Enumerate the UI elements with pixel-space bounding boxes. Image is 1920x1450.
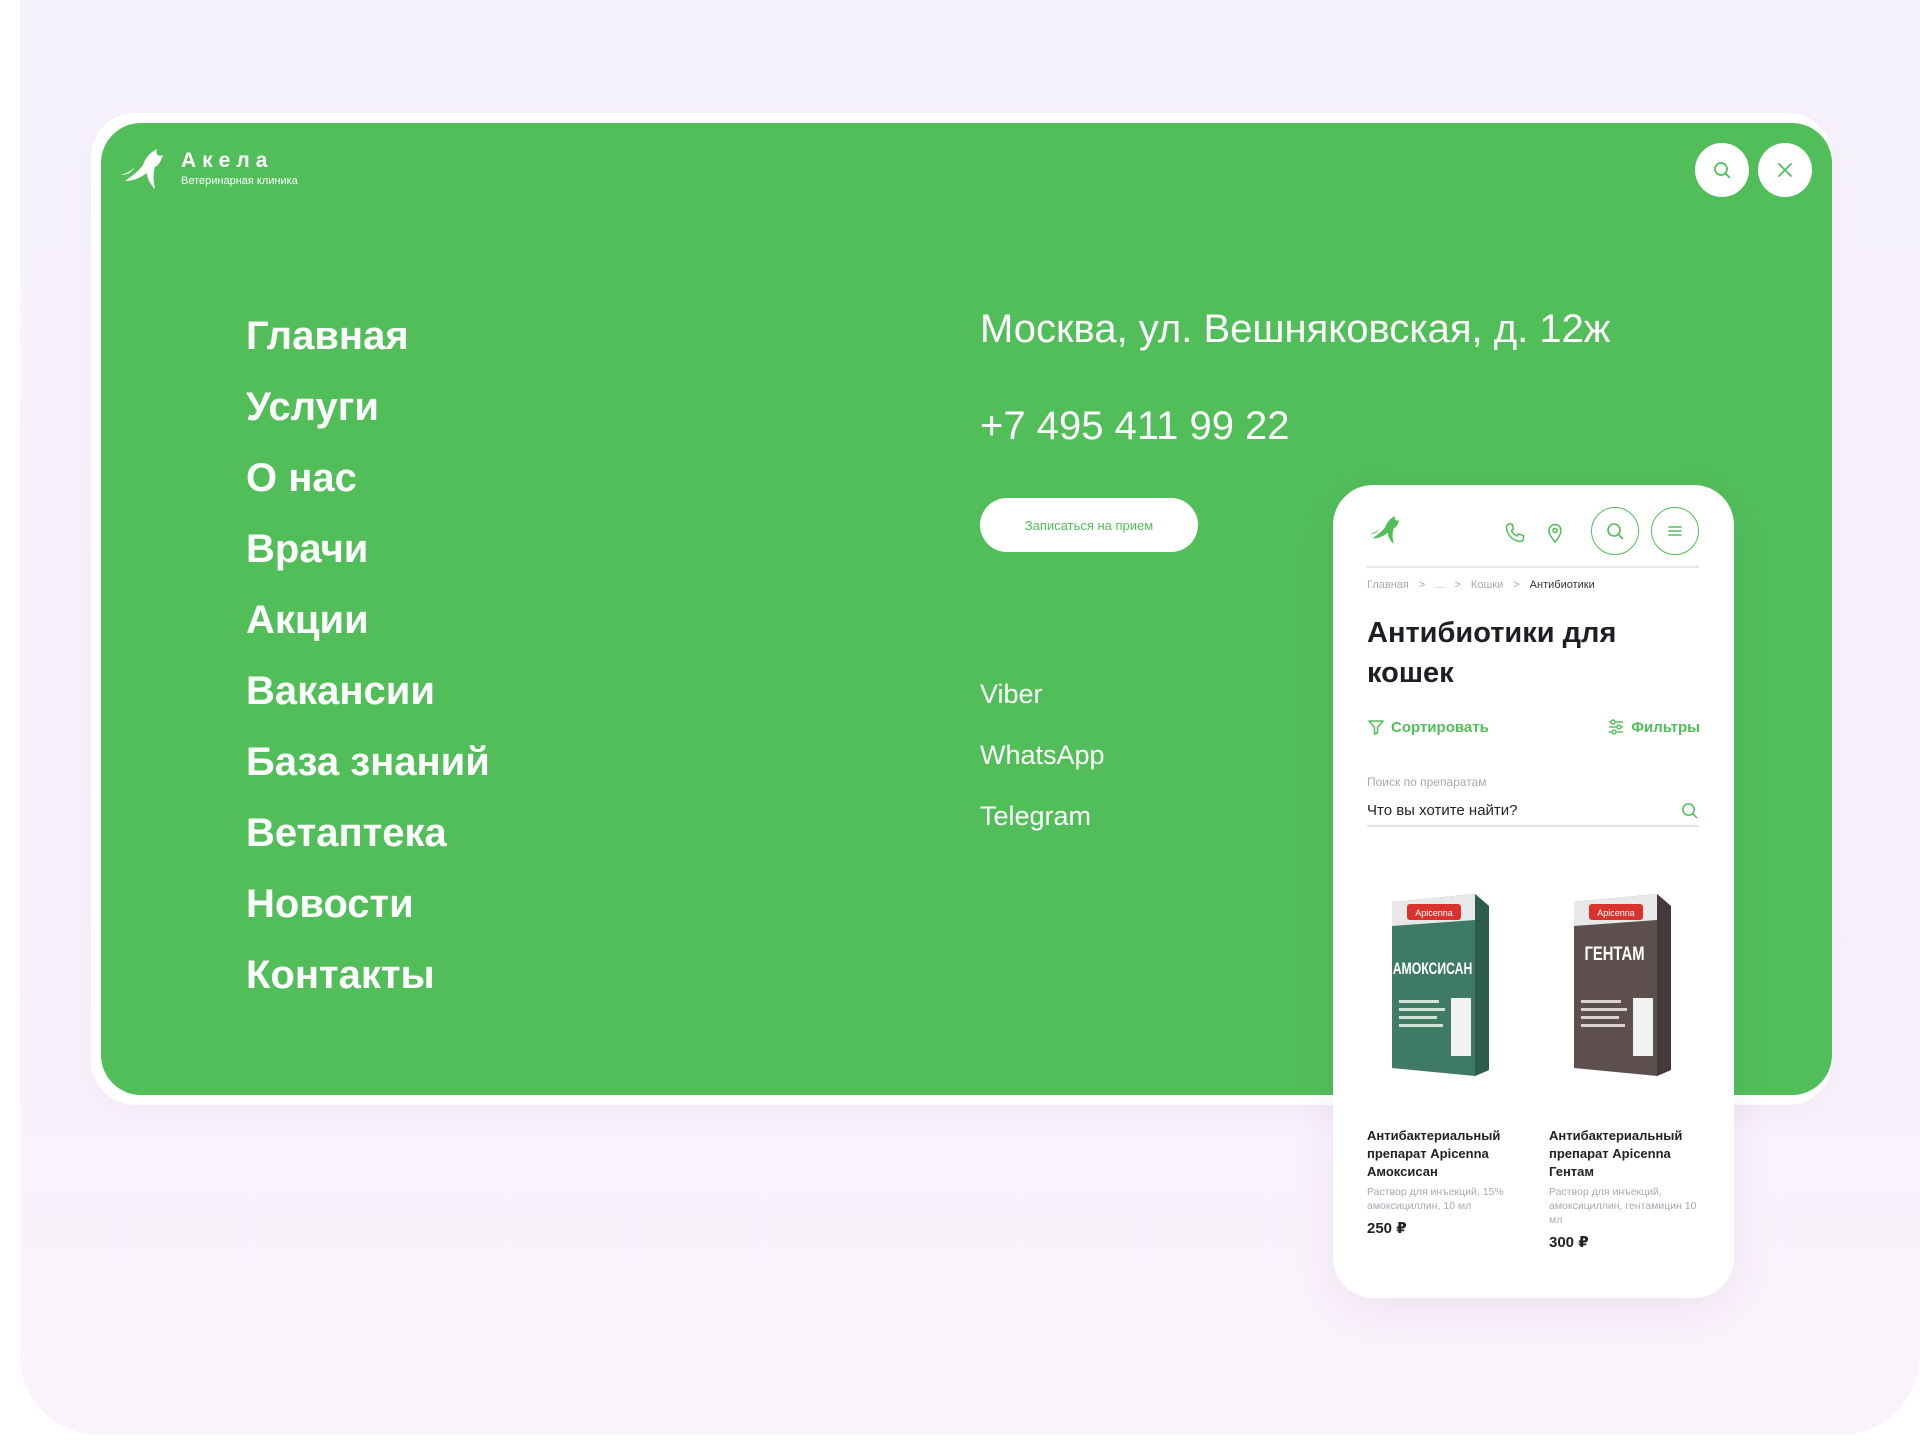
messenger-link-whatsapp[interactable]: WhatsApp [980, 725, 1105, 786]
product-name[interactable]: Антибактериальный препарат Apicenna Гент… [1549, 1127, 1699, 1181]
search-icon [1714, 162, 1731, 179]
nav-item-about[interactable]: О нас [246, 443, 490, 514]
medicine-box-image: Apicenna АМОКСИСАН [1392, 894, 1489, 1076]
logo[interactable]: Акела Ветеринарная клиника [119, 145, 298, 193]
breadcrumb-separator: > [1454, 579, 1461, 591]
mobile-screen: Главная > ... > Кошки > Антибиотики Анти… [1333, 485, 1734, 1298]
breadcrumb-current: Антибиотики [1529, 579, 1595, 591]
search-icon[interactable] [1680, 801, 1699, 820]
product-name[interactable]: Антибактериальный препарат Apicenna Амок… [1367, 1127, 1517, 1181]
nav-item-vacancies[interactable]: Вакансии [246, 656, 490, 727]
search-button[interactable] [1695, 143, 1749, 197]
clinic-address: Москва, ул. Вешняковская, д. 12ж [980, 307, 1611, 351]
breadcrumb: Главная > ... > Кошки > Антибиотики [1367, 579, 1595, 591]
nav-item-services[interactable]: Услуги [246, 372, 490, 443]
pack-label-text: АМОКСИСАН [1393, 960, 1473, 978]
menu-icon [1668, 526, 1682, 536]
product-card[interactable]: Apicenna ГЕНТАМ Антибактериальный препар… [1549, 880, 1699, 1251]
search-label: Поиск по препаратам [1367, 775, 1487, 789]
nav-item-promotions[interactable]: Акции [246, 585, 490, 656]
product-image[interactable]: Apicenna АМОКСИСАН [1367, 880, 1517, 1080]
nav-item-contacts[interactable]: Контакты [246, 940, 490, 1011]
breadcrumb-separator: > [1513, 579, 1520, 591]
wolf-logo-icon [121, 149, 163, 189]
close-button[interactable] [1758, 143, 1812, 197]
search-input[interactable] [1367, 801, 1647, 819]
product-description: Раствор для инъекций, 15% амоксициллин, … [1367, 1186, 1504, 1212]
sort-button[interactable]: Сортировать [1367, 718, 1489, 736]
product-description: Раствор для инъекций, амоксициллин, гент… [1549, 1186, 1697, 1226]
nav-item-news[interactable]: Новости [246, 869, 490, 940]
location-icon[interactable] [1543, 521, 1567, 545]
mobile-menu-button[interactable] [1651, 507, 1699, 555]
search-icon [1607, 523, 1624, 540]
logo-subtitle: Ветеринарная клиника [181, 175, 298, 187]
messenger-link-viber[interactable]: Viber [980, 664, 1105, 725]
logo-name: Акела [181, 149, 274, 172]
product-image[interactable]: Apicenna ГЕНТАМ [1549, 880, 1699, 1080]
mobile-header [1333, 485, 1734, 567]
breadcrumb-cats[interactable]: Кошки [1471, 579, 1503, 591]
filter-button[interactable]: Фильтры [1607, 718, 1700, 736]
breadcrumb-separator: > [1418, 579, 1426, 591]
product-price: 250 ₽ [1367, 1220, 1407, 1237]
messenger-links: Viber WhatsApp Telegram [980, 664, 1105, 847]
nav-item-doctors[interactable]: Врачи [246, 514, 490, 585]
close-icon [1778, 163, 1792, 177]
nav-item-home[interactable]: Главная [246, 301, 490, 372]
breadcrumb-home[interactable]: Главная [1367, 579, 1409, 591]
mobile-search-button[interactable] [1591, 507, 1639, 555]
messenger-link-telegram[interactable]: Telegram [980, 786, 1105, 847]
product-price: 300 ₽ [1549, 1234, 1589, 1251]
medicine-box-image: Apicenna ГЕНТАМ [1574, 894, 1671, 1076]
funnel-icon [1368, 720, 1384, 735]
clinic-phone[interactable]: +7 495 411 99 22 [980, 398, 1290, 454]
search-field [1367, 795, 1699, 827]
breadcrumb-ellipsis[interactable]: ... [1435, 579, 1444, 591]
pack-brand-text: Apicenna [1415, 908, 1453, 918]
main-nav: Главная Услуги О нас Врачи Акции Ваканси… [246, 301, 490, 1011]
page-title: Антибиотики для кошек [1367, 617, 1617, 689]
pack-label-text: ГЕНТАМ [1584, 943, 1644, 964]
nav-item-knowledge-base[interactable]: База знаний [246, 727, 490, 798]
phone-icon[interactable] [1503, 521, 1527, 545]
header-divider [1367, 566, 1699, 568]
product-card[interactable]: Apicenna АМОКСИСАН Антибактериальный пре… [1367, 880, 1517, 1237]
nav-item-vet-pharmacy[interactable]: Ветаптека [246, 798, 490, 869]
sort-label: Сортировать [1391, 718, 1489, 736]
filter-label: Фильтры [1631, 718, 1700, 736]
wolf-logo-icon[interactable] [1367, 513, 1409, 547]
book-appointment-button[interactable]: Записаться на прием [980, 498, 1198, 552]
sliders-icon [1609, 719, 1624, 735]
pack-brand-text: Apicenna [1597, 908, 1635, 918]
